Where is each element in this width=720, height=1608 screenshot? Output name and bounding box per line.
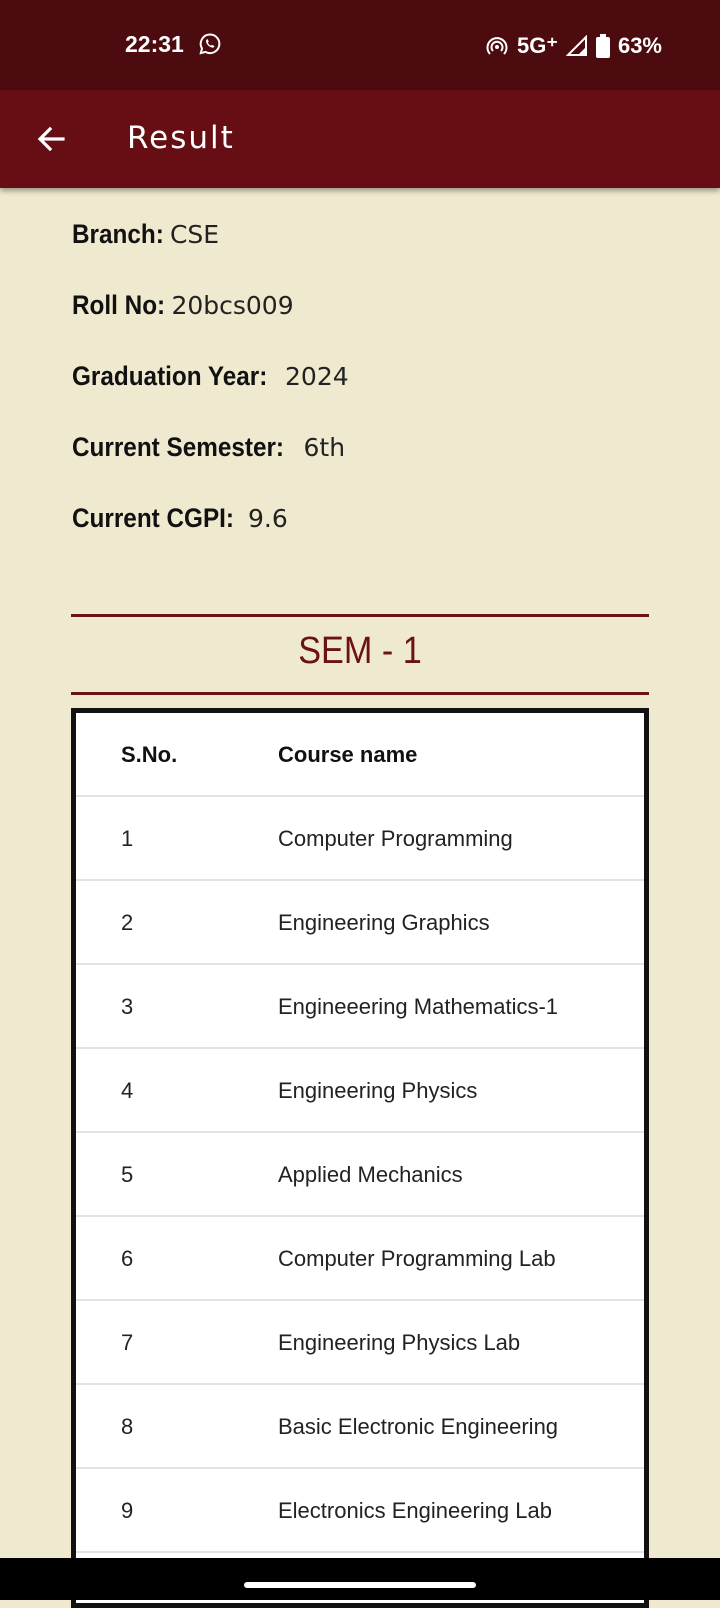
branch-value: CSE [169,220,220,249]
row-sno: 5 [121,1162,134,1187]
graduation-value: 2024 [285,362,349,391]
status-icons: 5G⁺ 63% [485,31,662,61]
table-row: 7 Engineering Physics Lab [76,1301,644,1385]
row-sno: 7 [121,1330,134,1355]
table-row: 1 Computer Programming [76,797,644,881]
graduation-info: Graduation Year: 2024 [72,361,349,392]
branch-info: Branch: CSE [72,219,219,250]
whatsapp-icon [198,32,224,58]
course-table: S.No. Course name 1 Computer Programming… [71,708,649,1608]
hotspot-icon [485,34,509,58]
app-bar: Result [0,90,720,188]
cgpi-label: Current CGPI: [72,503,235,533]
row-course: Engineering Physics Lab [278,1330,521,1355]
row-sno: 6 [121,1246,134,1271]
battery-icon [595,34,610,58]
graduation-label: Graduation Year: [72,361,268,391]
row-course: Computer Programming Lab [278,1246,556,1271]
row-course: Engineering Graphics [278,910,490,935]
status-bar: 22:31 5G⁺ 63% [0,0,720,90]
table-row: 4 Engineering Physics [76,1049,644,1133]
divider-top [71,614,649,617]
table-row: 8 Basic Electronic Engineering [76,1385,644,1469]
table-row: 2 Engineering Graphics [76,881,644,965]
row-course: Computer Programming [278,826,513,851]
divider-bottom [71,692,649,695]
row-sno: 1 [121,826,134,851]
table-row: 3 Engineeering Mathematics-1 [76,965,644,1049]
roll-info: Roll No: 20bcs009 [72,290,294,321]
roll-value: 20bcs009 [171,291,294,320]
semester-info: Current Semester: 6th [72,432,345,463]
row-course: Electronics Engineering Lab [278,1498,552,1523]
row-sno: 3 [121,994,134,1019]
row-sno: 8 [121,1414,134,1439]
battery-percent: 63% [617,33,662,58]
row-sno: 9 [121,1498,134,1523]
arrow-left-icon [37,126,65,152]
table-row: 5 Applied Mechanics [76,1133,644,1217]
table-row: 6 Computer Programming Lab [76,1217,644,1301]
network-type: 5G⁺ [516,33,558,58]
status-time: 22:31 [125,31,184,57]
signal-icon [565,35,588,57]
semester-value: 6th [303,433,346,462]
back-button[interactable] [26,114,76,164]
semester-label: Current Semester: [72,432,285,462]
table-header: S.No. Course name [76,713,644,797]
semester-title: SEM - 1 [298,630,422,672]
row-course: Engineering Physics [278,1078,478,1103]
cgpi-value: 9.6 [247,504,288,533]
roll-label: Roll No: [72,290,166,320]
col-course-header: Course name [278,742,418,767]
home-gesture-handle[interactable] [244,1582,476,1588]
branch-label: Branch: [72,219,164,249]
table-row: 9 Electronics Engineering Lab [76,1469,644,1553]
row-sno: 4 [121,1078,134,1103]
row-course: Engineeering Mathematics-1 [278,994,559,1019]
cgpi-info: Current CGPI: 9.6 [72,503,288,534]
row-course: Basic Electronic Engineering [278,1414,559,1439]
row-course: Applied Mechanics [278,1162,463,1187]
col-sno-header: S.No. [121,742,178,767]
row-sno: 2 [121,910,134,935]
page-title: Result [127,120,235,156]
system-nav-bar [0,1558,720,1600]
